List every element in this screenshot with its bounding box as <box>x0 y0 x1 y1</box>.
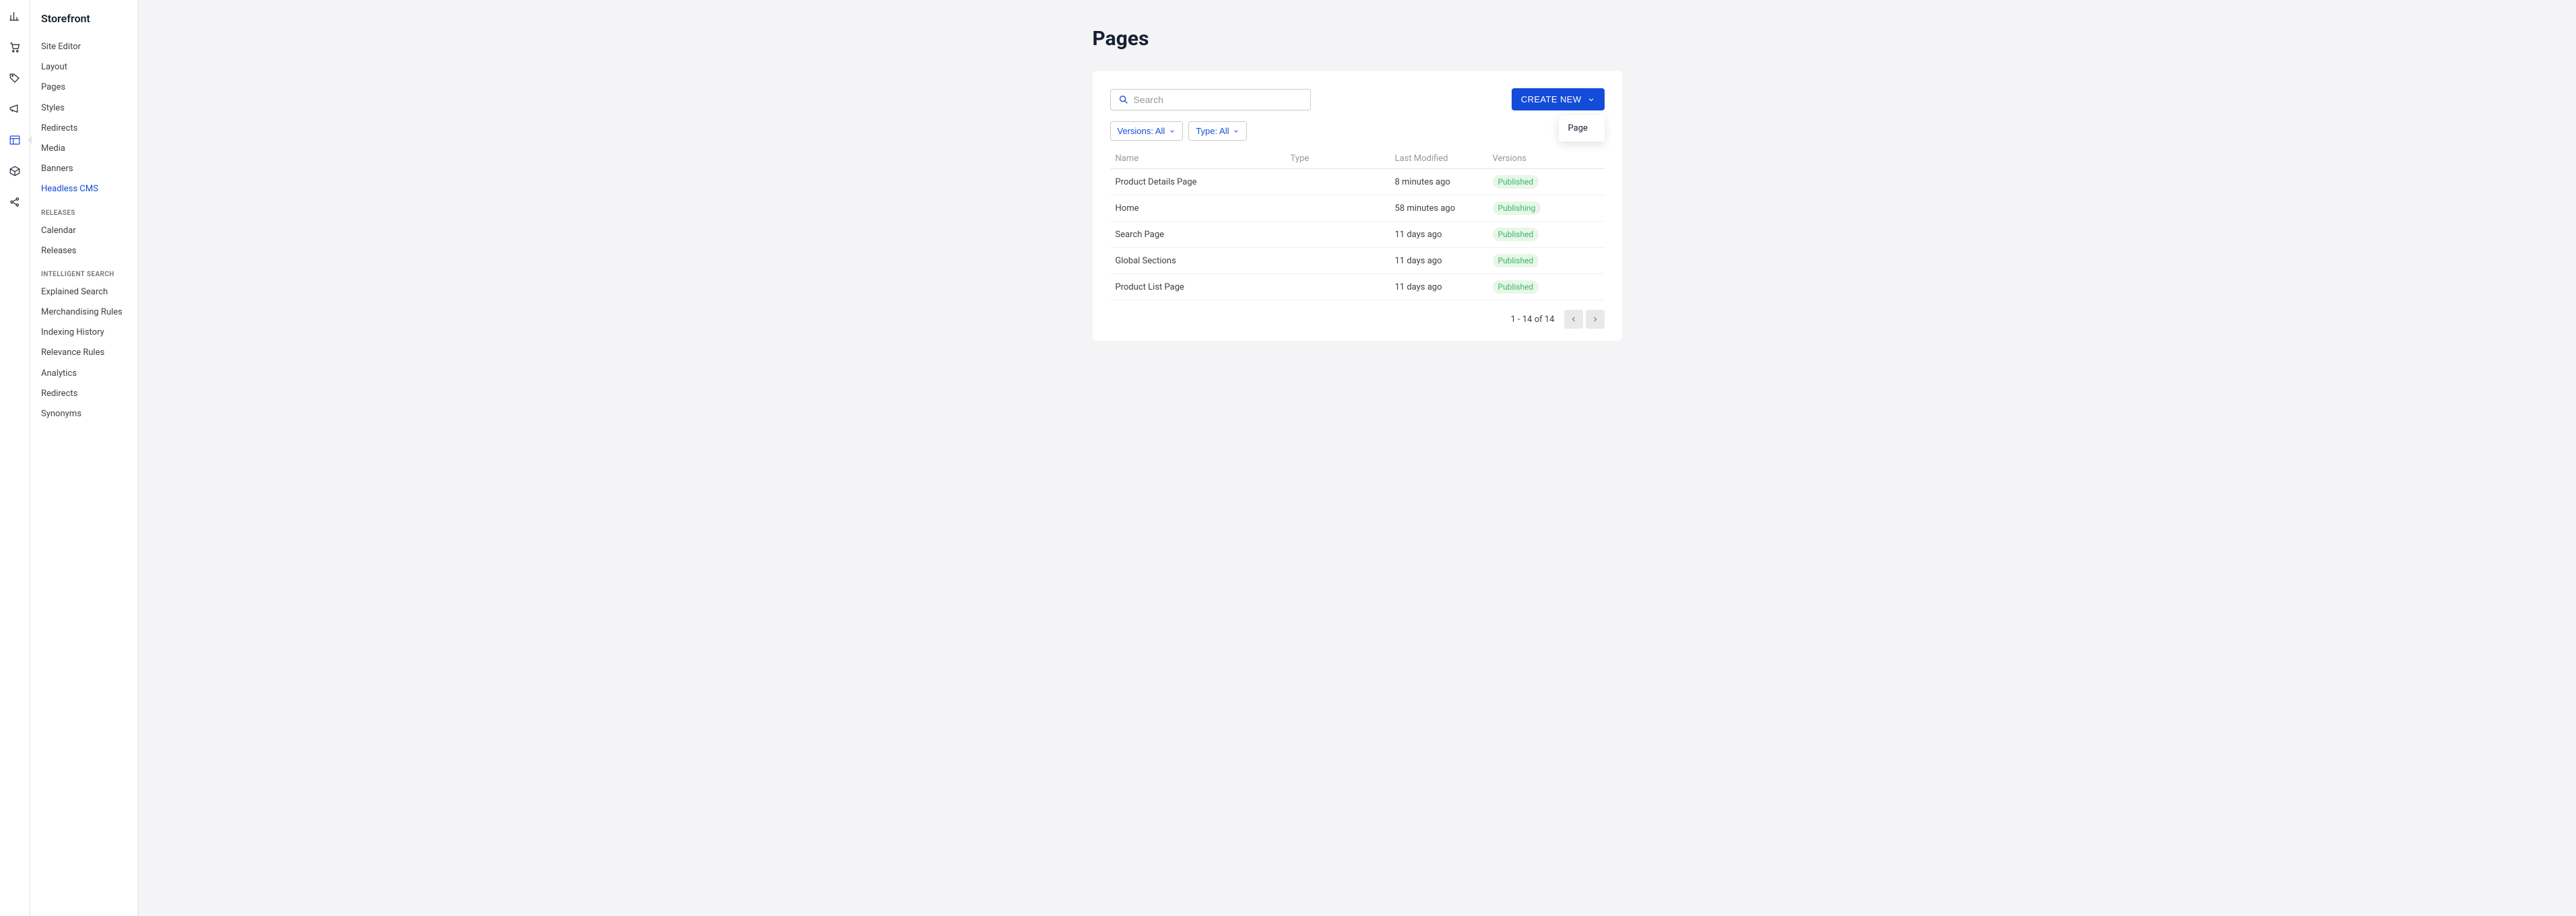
cell-modified: 8 minutes ago <box>1395 177 1493 187</box>
chevron-down-icon <box>1587 96 1595 104</box>
version-badge: Published <box>1493 175 1539 189</box>
table-row[interactable]: Product Details Page 8 minutes ago Publi… <box>1110 169 1605 195</box>
sidebar-item-pages[interactable]: Pages <box>30 77 137 98</box>
filter-versions-label: Versions: All <box>1118 126 1165 136</box>
icon-rail <box>0 0 30 916</box>
version-badge: Published <box>1493 254 1539 267</box>
pager-prev-button[interactable] <box>1564 310 1583 329</box>
main-area: Pages CREATE NEW Page <box>138 0 2576 916</box>
rail-share-icon[interactable] <box>7 194 23 210</box>
sidebar-item-styles[interactable]: Styles <box>30 98 137 119</box>
sidebar-section-intelligent-search: INTELLIGENT SEARCH <box>30 261 137 282</box>
table-row[interactable]: Home 58 minutes ago Publishing <box>1110 195 1605 222</box>
content-card: CREATE NEW Page Versions: All Ty <box>1093 71 1622 341</box>
cell-modified: 11 days ago <box>1395 230 1493 240</box>
dropdown-item-page[interactable]: Page <box>1559 118 1605 139</box>
table-header: Name Type Last Modified Versions <box>1110 149 1605 169</box>
sidebar-item-indexing-history[interactable]: Indexing History <box>30 323 137 343</box>
sidebar-item-media[interactable]: Media <box>30 139 137 159</box>
sidebar-panel: Storefront Site Editor Layout Pages Styl… <box>30 0 138 916</box>
sidebar-item-site-editor[interactable]: Site Editor <box>30 37 137 57</box>
rail-tag-icon[interactable] <box>7 70 23 86</box>
table-row[interactable]: Global Sections 11 days ago Published <box>1110 248 1605 274</box>
cell-name: Global Sections <box>1116 256 1291 266</box>
sidebar-item-calendar[interactable]: Calendar <box>30 221 137 241</box>
cell-name: Product List Page <box>1116 282 1291 292</box>
filter-type-button[interactable]: Type: All <box>1188 121 1247 141</box>
chevron-left-icon <box>1570 315 1578 323</box>
table-row[interactable]: Product List Page 11 days ago Published <box>1110 274 1605 300</box>
page-title: Pages <box>1093 27 1622 51</box>
sidebar-section-releases: RELEASES <box>30 200 137 221</box>
sidebar-item-merchandising-rules[interactable]: Merchandising Rules <box>30 302 137 323</box>
chevron-right-icon <box>1591 315 1599 323</box>
search-wrap <box>1110 89 1311 110</box>
sidebar-item-analytics[interactable]: Analytics <box>30 364 137 384</box>
sidebar-item-redirects-2[interactable]: Redirects <box>30 384 137 404</box>
sidebar-item-headless-cms[interactable]: Headless CMS <box>30 179 137 199</box>
search-input[interactable] <box>1110 89 1311 110</box>
rail-layout-icon[interactable] <box>7 132 23 148</box>
create-dropdown: Page <box>1559 115 1605 141</box>
rail-analytics-icon[interactable] <box>7 8 23 24</box>
rail-box-icon[interactable] <box>7 163 23 179</box>
rail-cart-icon[interactable] <box>7 39 23 55</box>
sidebar-item-relevance-rules[interactable]: Relevance Rules <box>30 343 137 363</box>
sidebar-title: Storefront <box>30 9 137 37</box>
col-type: Type <box>1291 154 1395 164</box>
pager: 1 - 14 of 14 <box>1110 310 1605 329</box>
sidebar-item-explained-search[interactable]: Explained Search <box>30 282 137 302</box>
filter-type-label: Type: All <box>1196 126 1229 136</box>
filter-versions-button[interactable]: Versions: All <box>1110 121 1184 141</box>
pages-table: Name Type Last Modified Versions Product… <box>1110 149 1605 300</box>
rail-megaphone-icon[interactable] <box>7 101 23 117</box>
sidebar-item-synonyms[interactable]: Synonyms <box>30 404 137 424</box>
pager-text: 1 - 14 of 14 <box>1511 315 1555 325</box>
pager-next-button[interactable] <box>1586 310 1605 329</box>
cell-modified: 11 days ago <box>1395 282 1493 292</box>
cell-modified: 11 days ago <box>1395 256 1493 266</box>
search-icon <box>1118 94 1129 105</box>
sidebar-item-redirects[interactable]: Redirects <box>30 119 137 139</box>
chevron-down-icon <box>1169 128 1176 135</box>
cell-name: Product Details Page <box>1116 177 1291 187</box>
version-badge: Publishing <box>1493 201 1541 215</box>
version-badge: Published <box>1493 280 1539 294</box>
cell-name: Home <box>1116 203 1291 214</box>
col-name: Name <box>1116 154 1291 164</box>
chevron-down-icon <box>1233 128 1239 135</box>
create-new-button[interactable]: CREATE NEW <box>1512 88 1605 110</box>
sidebar-item-layout[interactable]: Layout <box>30 57 137 77</box>
col-modified: Last Modified <box>1395 154 1493 164</box>
cell-modified: 58 minutes ago <box>1395 203 1493 214</box>
sidebar-item-releases[interactable]: Releases <box>30 241 137 261</box>
create-new-label: CREATE NEW <box>1521 94 1582 104</box>
col-versions: Versions <box>1493 154 1599 164</box>
version-badge: Published <box>1493 228 1539 241</box>
sidebar-item-banners[interactable]: Banners <box>30 159 137 179</box>
table-row[interactable]: Search Page 11 days ago Published <box>1110 222 1605 248</box>
cell-name: Search Page <box>1116 230 1291 240</box>
